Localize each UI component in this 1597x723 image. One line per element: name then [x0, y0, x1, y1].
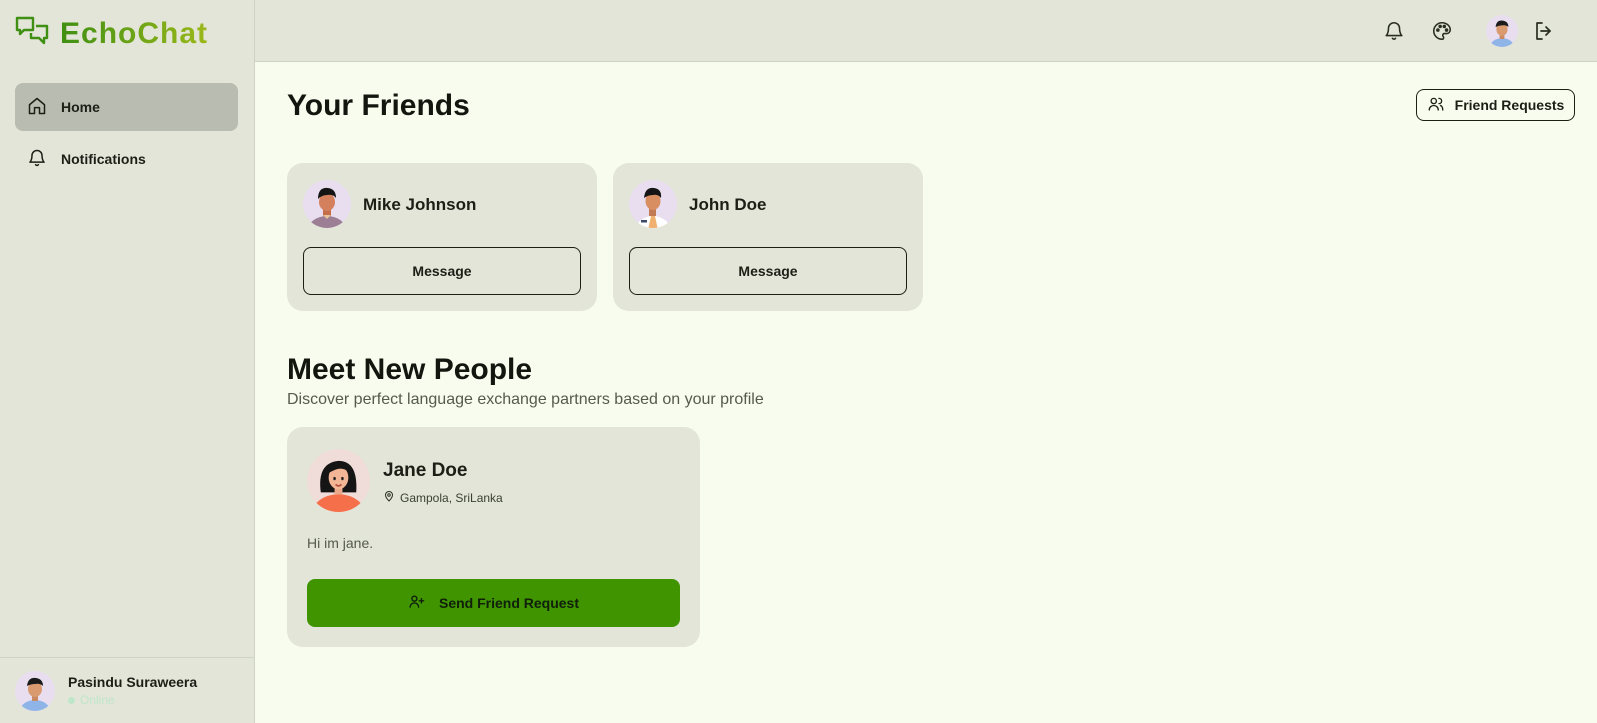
- friend-card: Mike Johnson Message: [287, 163, 597, 311]
- sidebar-item-label: Home: [61, 99, 100, 115]
- user-status: Online: [68, 693, 197, 707]
- app-logo[interactable]: EchoChat: [14, 14, 208, 54]
- status-dot: [68, 696, 75, 704]
- person-card: Jane Doe Gampola, SriLanka Hi im jane. S…: [287, 427, 700, 647]
- person-bio: Hi im jane.: [307, 535, 374, 551]
- home-icon: [27, 96, 47, 119]
- bell-icon: [27, 148, 47, 171]
- status-label: Online: [80, 693, 115, 707]
- app-name: EchoChat: [60, 17, 209, 50]
- current-user: Pasindu Suraweera Online: [0, 657, 255, 723]
- avatar: [307, 449, 370, 512]
- friend-requests-label: Friend Requests: [1454, 97, 1565, 113]
- avatar[interactable]: [1486, 15, 1518, 47]
- chat-bubbles-icon: [14, 14, 50, 55]
- person-name: Jane Doe: [383, 460, 468, 481]
- send-friend-request-label: Send Friend Request: [438, 595, 580, 611]
- sidebar: EchoChat Home Notifications Pasindu Sura…: [0, 0, 255, 723]
- friend-card: John Doe Message: [613, 163, 923, 311]
- map-pin-icon: [383, 490, 395, 505]
- sidebar-item-label: Notifications: [61, 151, 146, 167]
- sidebar-item-home[interactable]: Home: [15, 83, 238, 131]
- avatar: [629, 180, 677, 228]
- discover-title: Meet New People: [287, 353, 533, 386]
- avatar: [303, 180, 351, 228]
- user-name: Pasindu Suraweera: [68, 674, 198, 690]
- friends-title: Your Friends: [287, 89, 470, 122]
- user-plus-icon: [408, 593, 425, 613]
- friend-name: Mike Johnson: [363, 195, 477, 214]
- message-button[interactable]: Message: [629, 247, 907, 295]
- person-location: Gampola, SriLanka: [383, 490, 503, 505]
- logout-icon[interactable]: [1529, 16, 1559, 46]
- topbar: [255, 0, 1597, 62]
- discover-subtitle: Discover perfect language exchange partn…: [287, 391, 764, 408]
- avatar[interactable]: [15, 670, 55, 711]
- notifications-bell-icon[interactable]: [1379, 16, 1409, 46]
- location-label: Gampola, SriLanka: [400, 490, 503, 505]
- friend-name: John Doe: [689, 195, 767, 214]
- friend-requests-button[interactable]: Friend Requests: [1416, 89, 1575, 121]
- message-button[interactable]: Message: [303, 247, 581, 295]
- sidebar-item-notifications[interactable]: Notifications: [15, 135, 238, 183]
- send-friend-request-button[interactable]: Send Friend Request: [307, 579, 680, 627]
- users-icon: [1427, 95, 1445, 116]
- palette-icon[interactable]: [1427, 16, 1457, 46]
